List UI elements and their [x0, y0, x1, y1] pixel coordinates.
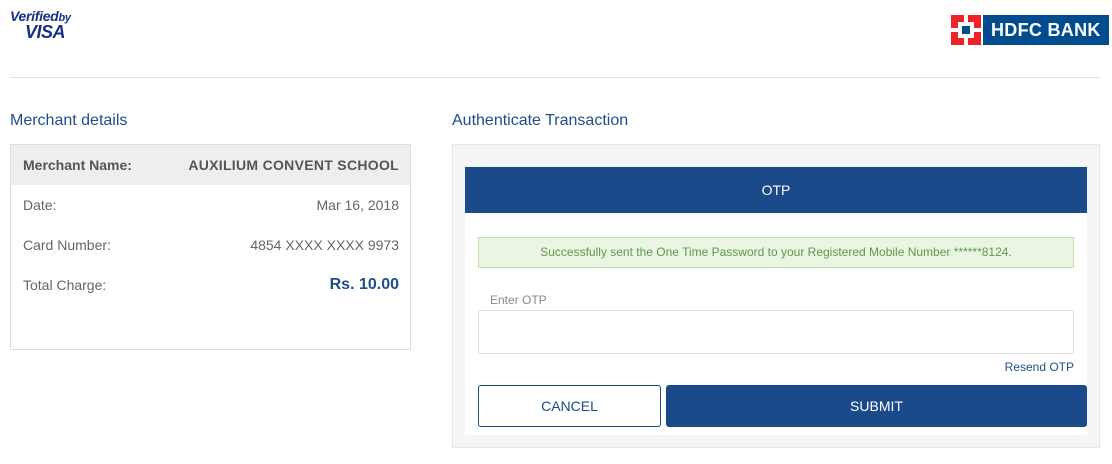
- page-header: Verifiedby VISA HDFC BANK: [0, 0, 1112, 78]
- cancel-button[interactable]: CANCEL: [478, 385, 661, 427]
- otp-sent-success-message: Successfully sent the One Time Password …: [478, 237, 1074, 268]
- merchant-name-value: AUXILIUM CONVENT SCHOOL: [188, 157, 399, 173]
- hdfc-mark-icon: [951, 15, 981, 45]
- hdfc-bank-logo: HDFC BANK: [951, 15, 1109, 45]
- card-number-label: Card Number:: [23, 237, 111, 253]
- total-charge-value: Rs. 10.00: [329, 276, 399, 293]
- card-number-row: Card Number: 4854 XXXX XXXX 9973: [11, 225, 410, 265]
- enter-otp-label: Enter OTP: [490, 293, 547, 307]
- authenticate-transaction-title: Authenticate Transaction: [452, 112, 629, 129]
- card-number-value: 4854 XXXX XXXX 9973: [250, 237, 399, 253]
- otp-input[interactable]: [478, 310, 1074, 354]
- otp-form: Successfully sent the One Time Password …: [465, 213, 1087, 435]
- otp-tab-header: OTP: [465, 167, 1087, 213]
- submit-button[interactable]: SUBMIT: [666, 385, 1087, 427]
- verified-by-visa-logo: Verifiedby VISA: [10, 9, 100, 49]
- merchant-details-panel: Merchant Name: AUXILIUM CONVENT SCHOOL D…: [10, 144, 411, 350]
- merchant-name-row: Merchant Name: AUXILIUM CONVENT SCHOOL: [11, 145, 410, 185]
- total-charge-label: Total Charge:: [23, 277, 107, 293]
- hdfc-bank-name: HDFC BANK: [983, 15, 1109, 45]
- date-label: Date:: [23, 197, 57, 213]
- authenticate-panel: OTP Successfully sent the One Time Passw…: [452, 144, 1100, 448]
- resend-otp-link[interactable]: Resend OTP: [1005, 360, 1074, 374]
- header-divider: [10, 77, 1100, 78]
- date-row: Date: Mar 16, 2018: [11, 185, 410, 225]
- visa-logo-visa-text: VISA: [25, 22, 66, 42]
- total-charge-row: Total Charge: Rs. 10.00: [11, 265, 410, 305]
- merchant-name-label: Merchant Name:: [23, 157, 132, 173]
- merchant-details-title: Merchant details: [10, 112, 128, 129]
- date-value: Mar 16, 2018: [316, 197, 400, 213]
